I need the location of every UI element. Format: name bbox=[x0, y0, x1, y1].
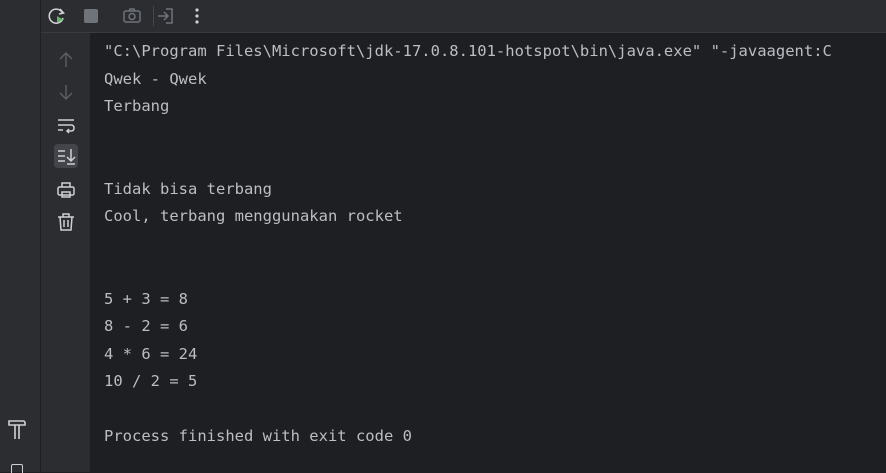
console-line: Process finished with exit code 0 bbox=[104, 427, 412, 445]
more-vertical-icon[interactable] bbox=[187, 6, 207, 26]
console-line: Cool, terbang menggunakan rocket bbox=[104, 207, 403, 225]
build-hammer-icon[interactable] bbox=[6, 418, 28, 442]
print-icon[interactable] bbox=[54, 178, 78, 202]
soft-wrap-icon[interactable] bbox=[54, 113, 78, 137]
left-tool-strip bbox=[0, 0, 41, 473]
arrow-up-icon[interactable] bbox=[54, 48, 78, 72]
run-toolbar bbox=[41, 0, 886, 33]
console-line: 10 / 2 = 5 bbox=[104, 372, 198, 390]
console-line: Qwek - Qwek bbox=[104, 69, 207, 88]
console-line: 8 - 2 = 6 bbox=[104, 317, 188, 335]
camera-icon[interactable] bbox=[122, 6, 142, 26]
stop-icon[interactable] bbox=[84, 9, 98, 23]
console-line: 5 + 3 = 8 bbox=[104, 289, 188, 308]
arrow-down-icon[interactable] bbox=[54, 80, 78, 104]
toolbar-separator bbox=[153, 6, 154, 26]
console-line: 4 * 6 = 24 bbox=[104, 344, 198, 363]
console-line: Tidak bisa terbang bbox=[104, 179, 272, 198]
console-line: "C:\Program Files\Microsoft\jdk-17.0.8.1… bbox=[104, 42, 832, 60]
trash-icon[interactable] bbox=[54, 210, 78, 234]
console-output[interactable]: "C:\Program Files\Microsoft\jdk-17.0.8.1… bbox=[90, 33, 886, 472]
exit-icon[interactable] bbox=[155, 6, 175, 26]
scroll-to-end-icon[interactable] bbox=[54, 144, 78, 168]
console-line: Terbang bbox=[104, 97, 170, 115]
console-gutter bbox=[41, 33, 90, 472]
rerun-icon[interactable] bbox=[47, 6, 67, 26]
